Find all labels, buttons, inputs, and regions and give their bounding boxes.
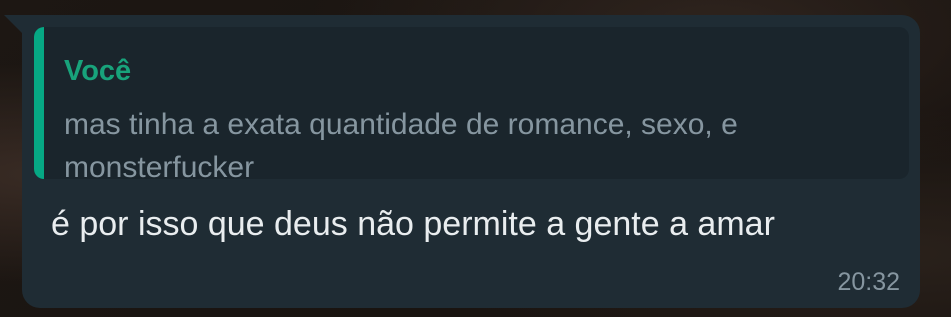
- quoted-message[interactable]: Você mas tinha a exata quantidade de rom…: [34, 27, 909, 179]
- quote-accent-bar: [34, 27, 44, 179]
- quoted-message-text: mas tinha a exata quantidade de romance,…: [64, 108, 738, 179]
- message-bubble[interactable]: Você mas tinha a exata quantidade de rom…: [22, 15, 920, 308]
- message-timestamp: 20:32: [837, 268, 900, 296]
- message-text: é por isso que deus não permite a gente …: [51, 205, 775, 243]
- quoted-message-author: Você: [64, 55, 132, 87]
